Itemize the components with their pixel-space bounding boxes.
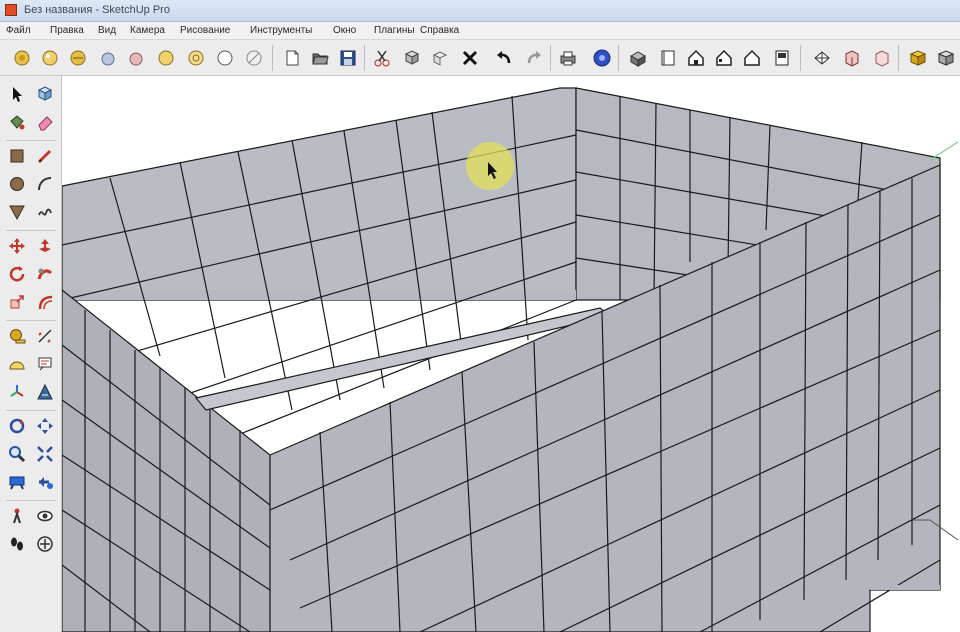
hidden-line-alt-icon[interactable] <box>242 46 266 70</box>
zoom-icon[interactable] <box>5 442 29 466</box>
previous-view-icon[interactable] <box>33 470 57 494</box>
menu-bar: Файл Правка Вид Камера Рисование Инструм… <box>0 22 960 40</box>
model-info-icon[interactable] <box>590 46 614 70</box>
zoom-window-icon[interactable] <box>33 442 57 466</box>
wall-fill <box>62 290 576 300</box>
axes-icon[interactable] <box>5 380 29 404</box>
open-file-icon[interactable] <box>308 46 332 70</box>
position-camera-icon[interactable] <box>5 504 29 528</box>
print-icon[interactable] <box>556 46 580 70</box>
menu-file[interactable]: Файл <box>6 25 31 36</box>
back-view-icon[interactable] <box>740 46 764 70</box>
sketchup-app-icon[interactable] <box>5 4 17 16</box>
iso-view-icon[interactable] <box>626 46 650 70</box>
push-pull-icon[interactable] <box>33 234 57 258</box>
3d-text-icon[interactable] <box>33 380 57 404</box>
menu-edit[interactable]: Правка <box>50 25 84 36</box>
pan-icon[interactable] <box>33 414 57 438</box>
wireframe-icon[interactable] <box>184 46 208 70</box>
delete-icon[interactable] <box>458 46 482 70</box>
3d-warehouse-icon[interactable] <box>934 46 958 70</box>
eraser-icon[interactable] <box>33 110 57 134</box>
left-view-icon[interactable] <box>770 46 794 70</box>
monochrome-icon[interactable] <box>154 46 178 70</box>
back-edges-icon[interactable] <box>66 46 90 70</box>
walk-icon[interactable] <box>5 532 29 556</box>
save-icon[interactable] <box>336 46 360 70</box>
line-pencil-icon[interactable] <box>33 144 57 168</box>
shaded-icon[interactable] <box>96 46 120 70</box>
xray-icon[interactable] <box>38 46 62 70</box>
section-tool-icon[interactable] <box>33 532 57 556</box>
follow-me-icon[interactable] <box>33 262 57 286</box>
copy-icon[interactable] <box>400 46 424 70</box>
rotate-icon[interactable] <box>5 262 29 286</box>
look-around-icon[interactable] <box>33 504 57 528</box>
paint-bucket-icon[interactable] <box>5 110 29 134</box>
main-toolbar <box>0 40 960 76</box>
menu-help[interactable]: Справка <box>420 25 459 36</box>
redo-icon[interactable] <box>522 46 546 70</box>
cut-icon[interactable] <box>370 46 394 70</box>
protractor-icon[interactable] <box>5 352 29 376</box>
component-icon[interactable] <box>906 46 930 70</box>
circle-icon[interactable] <box>5 172 29 196</box>
right-view-icon[interactable] <box>712 46 736 70</box>
left-front-wall <box>62 289 271 632</box>
orbit-icon[interactable] <box>5 414 29 438</box>
green-axis-line <box>929 141 959 161</box>
undo-icon[interactable] <box>492 46 516 70</box>
back-left-wall <box>62 87 577 301</box>
freehand-icon[interactable] <box>33 200 57 224</box>
select-arrow-icon[interactable] <box>5 82 29 106</box>
text-icon[interactable] <box>33 352 57 376</box>
menu-window[interactable]: Окно <box>333 25 356 36</box>
menu-tools[interactable]: Инструменты <box>250 25 312 36</box>
zoom-extents-icon[interactable] <box>5 470 29 494</box>
scale-icon[interactable] <box>5 290 29 314</box>
make-component-icon[interactable] <box>33 82 57 106</box>
front-view-icon[interactable] <box>684 46 708 70</box>
tools-palette <box>0 76 62 632</box>
section-plane-icon[interactable] <box>810 46 834 70</box>
window-title: Без названия - SketchUp Pro <box>24 4 170 16</box>
hidden-line-icon[interactable] <box>213 46 237 70</box>
3d-model-canvas[interactable] <box>62 76 960 632</box>
tape-measure-icon[interactable] <box>5 324 29 348</box>
paste-icon[interactable] <box>428 46 452 70</box>
rectangle-icon[interactable] <box>5 144 29 168</box>
dimension-icon[interactable] <box>33 324 57 348</box>
title-bar: Без названия - SketchUp Pro <box>0 0 960 22</box>
section-cut-icon[interactable] <box>840 46 864 70</box>
move-icon[interactable] <box>5 234 29 258</box>
menu-plugins[interactable]: Плагины <box>374 25 415 36</box>
wall-base <box>870 585 940 590</box>
model-viewport[interactable] <box>62 76 960 632</box>
select-face-style-icon[interactable] <box>10 46 34 70</box>
textured-icon[interactable] <box>124 46 148 70</box>
section-display-icon[interactable] <box>870 46 894 70</box>
top-view-icon[interactable] <box>656 46 680 70</box>
menu-camera[interactable]: Камера <box>130 25 165 36</box>
arc-icon[interactable] <box>33 172 57 196</box>
new-file-icon[interactable] <box>280 46 304 70</box>
menu-view[interactable]: Вид <box>98 25 116 36</box>
polygon-icon[interactable] <box>5 200 29 224</box>
offset-icon[interactable] <box>33 290 57 314</box>
menu-draw[interactable]: Рисование <box>180 25 230 36</box>
